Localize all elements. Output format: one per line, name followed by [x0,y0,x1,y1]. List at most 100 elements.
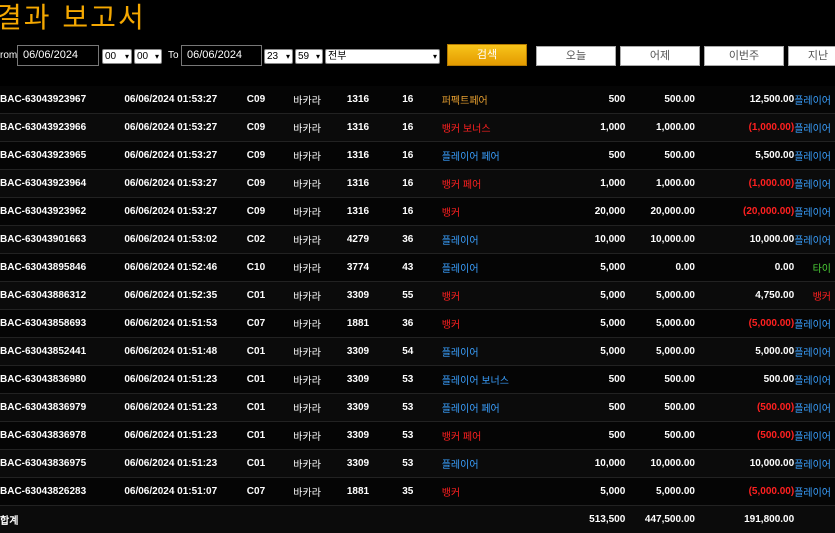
win-loss-cell: 5,500.00 [695,142,794,170]
empty-cell [293,506,347,533]
bet-type-cell: 뱅커 [442,310,566,338]
valid-amount-cell: 0.00 [625,254,695,282]
today-button[interactable]: 오늘 [536,46,616,66]
empty-cell [247,506,294,533]
to-hour-select[interactable]: 23▾ [264,49,293,64]
round-number-cell: 53 [402,450,442,478]
round-number-cell: 55 [402,282,442,310]
table-code-cell: C09 [247,142,294,170]
game-name-cell: 바카라 [293,86,347,114]
bet-amount-cell: 500 [566,86,626,114]
bet-type-cell: 뱅커 [442,198,566,226]
bet-type-cell: 플레이어 페어 [442,142,566,170]
table-code-cell: C09 [247,86,294,114]
bet-time-cell: 06/06/2024 01:53:27 [124,198,246,226]
bet-type-cell: 플레이어 [442,226,566,254]
round-number-cell: 16 [402,142,442,170]
bet-time-cell: 06/06/2024 01:51:23 [124,366,246,394]
table-code-cell: C01 [247,422,294,450]
table-row: BAC-6304385244106/06/2024 01:51:48C01바카라… [0,338,835,366]
round-number-cell: 35 [402,478,442,506]
bet-amount-cell: 1,000 [566,114,626,142]
game-name-cell: 바카라 [293,310,347,338]
win-loss-cell: (1,000.00) [695,170,794,198]
bet-amount-cell: 10,000 [566,450,626,478]
win-loss-cell: (5,000.00) [695,310,794,338]
from-hour-select[interactable]: 00▾ [102,49,132,64]
bet-id-cell: BAC-63043923965 [0,142,124,170]
round-number-cell: 16 [402,114,442,142]
table-row: BAC-6304383698006/06/2024 01:51:23C01바카라… [0,366,835,394]
table-row: BAC-6304388631206/06/2024 01:52:35C01바카라… [0,282,835,310]
bet-time-cell: 06/06/2024 01:53:27 [124,86,246,114]
type-select[interactable]: 전부▾ [325,49,440,64]
to-minute-select[interactable]: 59▾ [295,49,323,64]
game-name-cell: 바카라 [293,478,347,506]
table-code-cell: C01 [247,338,294,366]
game-name-cell: 바카라 [293,338,347,366]
from-date-input[interactable]: 06/06/2024 [17,45,99,66]
game-name-cell: 바카라 [293,282,347,310]
valid-amount-cell: 10,000.00 [625,226,695,254]
bet-type-cell: 플레이어 페어 [442,394,566,422]
bet-id-cell: BAC-63043858693 [0,310,124,338]
bet-id-cell: BAC-63043923964 [0,170,124,198]
result-cell: 플레이어 [794,394,835,422]
table-row: BAC-6304392396206/06/2024 01:53:27C09바카라… [0,198,835,226]
win-loss-cell: 12,500.00 [695,86,794,114]
bet-time-cell: 06/06/2024 01:53:02 [124,226,246,254]
result-cell: 플레이어 [794,366,835,394]
last-week-button[interactable]: 지난 [788,46,835,66]
valid-amount-cell: 20,000.00 [625,198,695,226]
chevron-down-icon: ▾ [155,50,159,63]
bet-type-cell: 뱅커 페어 [442,170,566,198]
shoe-number-cell: 1316 [347,86,402,114]
search-button[interactable]: 검색 [447,44,527,66]
table-code-cell: C10 [247,254,294,282]
chevron-down-icon: ▾ [286,50,290,63]
bet-type-cell: 퍼펙트페어 [442,86,566,114]
game-name-cell: 바카라 [293,450,347,478]
win-loss-cell: 5,000.00 [695,338,794,366]
bet-time-cell: 06/06/2024 01:53:27 [124,142,246,170]
to-label: To [168,50,179,61]
shoe-number-cell: 3309 [347,366,402,394]
yesterday-button[interactable]: 어제 [620,46,700,66]
summary-row: 합계513,500447,500.00191,800.00 [0,506,835,533]
this-week-button[interactable]: 이번주 [704,46,784,66]
bet-id-cell: BAC-63043923962 [0,198,124,226]
table-code-cell: C01 [247,282,294,310]
bet-amount-cell: 500 [566,366,626,394]
bet-time-cell: 06/06/2024 01:51:48 [124,338,246,366]
filter-bar: rom 06/06/2024 00▾ 00▾ To 06/06/2024 23▾… [0,44,835,69]
win-loss-cell: 10,000.00 [695,450,794,478]
bet-id-cell: BAC-63043901663 [0,226,124,254]
table-row: BAC-6304383697806/06/2024 01:51:23C01바카라… [0,422,835,450]
table-row: BAC-6304392396406/06/2024 01:53:27C09바카라… [0,170,835,198]
valid-amount-cell: 5,000.00 [625,478,695,506]
shoe-number-cell: 1316 [347,170,402,198]
shoe-number-cell: 1316 [347,142,402,170]
bet-type-cell: 뱅커 [442,478,566,506]
round-number-cell: 43 [402,254,442,282]
game-name-cell: 바카라 [293,226,347,254]
valid-amount-cell: 500.00 [625,422,695,450]
results-table: BAC-6304392396706/06/2024 01:53:27C09바카라… [0,86,835,533]
bet-id-cell: BAC-63043895846 [0,254,124,282]
from-minute-select[interactable]: 00▾ [134,49,162,64]
shoe-number-cell: 1881 [347,310,402,338]
shoe-number-cell: 1316 [347,198,402,226]
table-row: BAC-6304383697906/06/2024 01:51:23C01바카라… [0,394,835,422]
game-name-cell: 바카라 [293,394,347,422]
shoe-number-cell: 1881 [347,478,402,506]
round-number-cell: 16 [402,170,442,198]
bet-time-cell: 06/06/2024 01:51:07 [124,478,246,506]
bet-type-cell: 플레이어 보너스 [442,366,566,394]
shoe-number-cell: 3309 [347,394,402,422]
valid-amount-cell: 5,000.00 [625,338,695,366]
win-loss-cell: (500.00) [695,394,794,422]
bet-id-cell: BAC-63043826283 [0,478,124,506]
round-number-cell: 16 [402,86,442,114]
to-date-input[interactable]: 06/06/2024 [181,45,262,66]
round-number-cell: 16 [402,198,442,226]
